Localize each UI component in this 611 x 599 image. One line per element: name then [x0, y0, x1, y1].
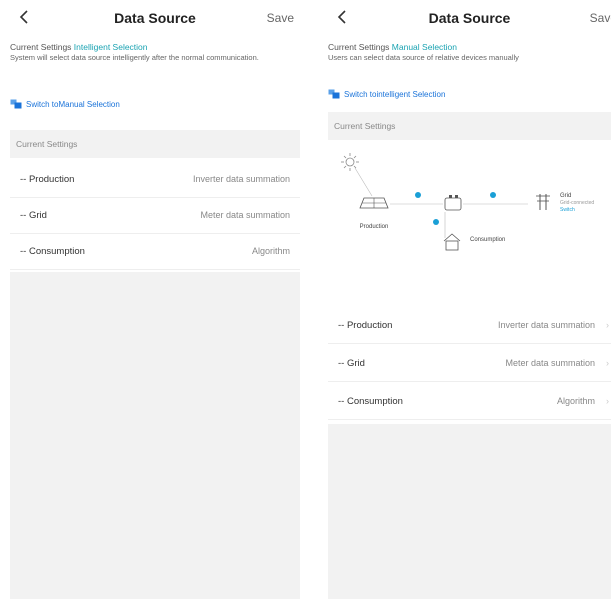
chevron-right-icon: › — [606, 358, 609, 368]
row-value: Algorithm — [251, 246, 290, 256]
source-row-consumption[interactable]: -- Consumption Algorithm — [10, 234, 300, 270]
switch-icon — [328, 89, 340, 99]
flow-node — [433, 219, 439, 225]
switch-mode-link[interactable]: Switch tointelligent Selection — [328, 89, 445, 99]
grid-switch-link[interactable]: Switch — [560, 207, 575, 213]
save-button[interactable]: Save — [590, 11, 611, 25]
source-row-consumption[interactable]: -- Consumption Algorithm › — [328, 384, 611, 420]
settings-mode: Intelligent Selection — [73, 42, 148, 52]
grid-label: Grid — [560, 193, 571, 199]
solar-panel-icon — [359, 197, 389, 209]
row-label: -- Production — [338, 320, 393, 331]
production-label: Production — [360, 224, 389, 230]
grid-tower-icon — [536, 194, 550, 210]
mode-description: Users can select data source of relative… — [328, 53, 519, 62]
settings-prefix: Current Settings — [10, 42, 72, 52]
chevron-right-icon: › — [606, 396, 609, 406]
settings-prefix: Current Settings — [328, 42, 390, 52]
energy-flow-diagram: Production Consumption Grid Grid-connect… — [341, 153, 594, 251]
settings-mode: Manual Selection — [391, 42, 458, 52]
section-header: Current Settings — [10, 130, 300, 158]
switch-mode-label: Switch tointelligent Selection — [344, 89, 446, 99]
battery-icon — [444, 195, 462, 211]
page-title: Data Source — [428, 10, 511, 26]
home-icon — [443, 233, 461, 251]
row-label: -- Grid — [20, 210, 47, 221]
flow-node — [415, 192, 421, 198]
sun-icon — [341, 153, 359, 171]
source-row-grid[interactable]: -- Grid Meter data summation — [10, 198, 300, 234]
row-value: Inverter data summation — [192, 174, 290, 184]
mode-description: System will select data source intellige… — [10, 53, 259, 62]
section-header: Current Settings — [328, 112, 611, 140]
empty-area — [328, 424, 611, 599]
switch-icon — [10, 99, 22, 109]
flow-node — [490, 192, 496, 198]
source-row-grid[interactable]: -- Grid Meter data summation › — [328, 346, 611, 382]
intelligent-selection-screen: Data Source Save Current Settings Intell… — [10, 0, 300, 599]
manual-selection-screen: Data Source Save Current Settings Manual… — [328, 0, 611, 599]
chevron-right-icon: › — [606, 320, 609, 330]
row-label: -- Production — [20, 174, 75, 185]
switch-mode-link[interactable]: Switch toManual Selection — [10, 99, 120, 109]
row-value: Meter data summation — [200, 210, 290, 220]
row-value: Algorithm — [556, 396, 595, 406]
grid-status: Grid-connected — [560, 200, 594, 206]
page-title: Data Source — [114, 10, 196, 26]
current-settings-line: Current Settings Manual Selection — [328, 42, 457, 52]
row-label: -- Consumption — [338, 396, 403, 407]
row-label: -- Consumption — [20, 246, 85, 257]
empty-area — [10, 272, 300, 599]
consumption-label: Consumption — [470, 237, 505, 243]
save-button[interactable]: Save — [267, 11, 294, 25]
source-row-production[interactable]: -- Production Inverter data summation › — [328, 308, 611, 344]
current-settings-line: Current Settings Intelligent Selection — [10, 42, 148, 52]
top-bar: Data Source Save — [10, 0, 300, 36]
top-bar: Data Source Save — [328, 0, 611, 36]
source-row-production[interactable]: -- Production Inverter data summation — [10, 162, 300, 198]
switch-mode-label: Switch toManual Selection — [26, 99, 120, 109]
row-value: Meter data summation — [505, 358, 595, 368]
row-label: -- Grid — [338, 358, 365, 369]
row-value: Inverter data summation — [497, 320, 595, 330]
